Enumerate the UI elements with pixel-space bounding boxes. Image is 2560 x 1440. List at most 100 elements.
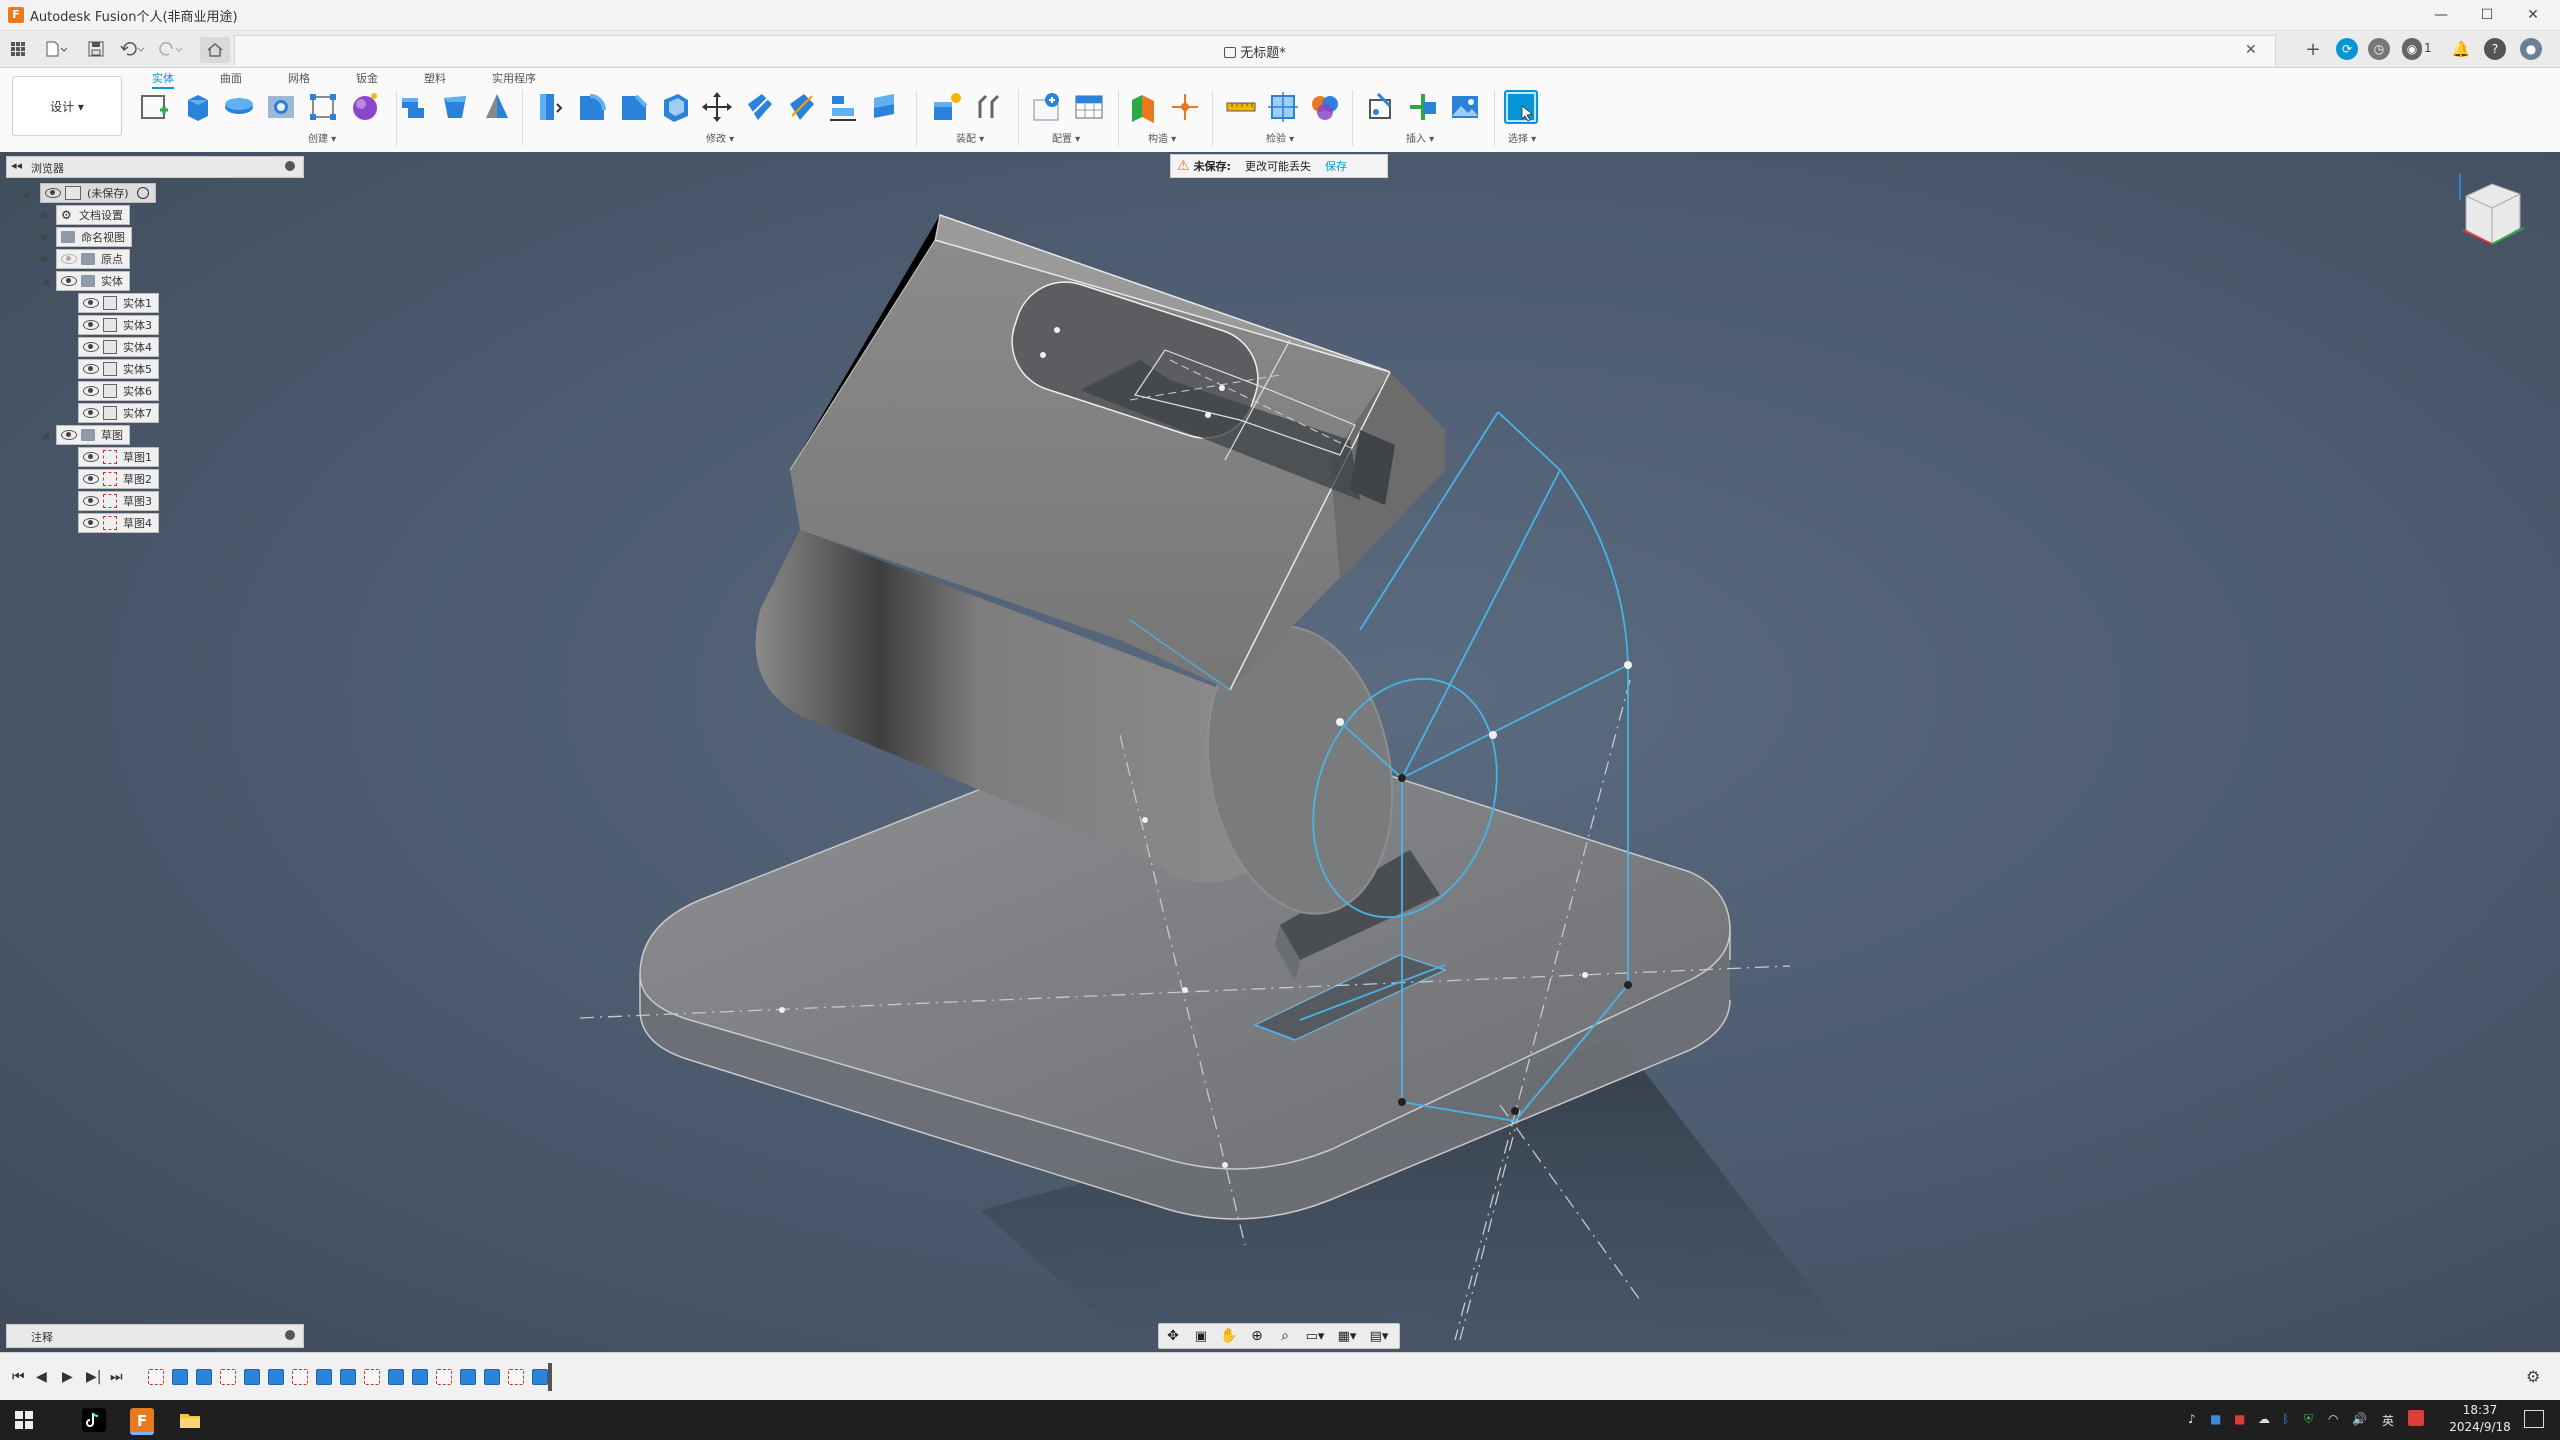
tab-surface[interactable]: 曲面 [220,70,242,86]
form-icon[interactable] [348,90,382,124]
timeline-body-feature[interactable] [172,1369,188,1385]
visibility-eye-icon[interactable] [83,342,99,352]
tree-node-box[interactable]: 实体3 [78,315,159,335]
visibility-eye-icon[interactable] [83,298,99,308]
notifications-icon[interactable] [2524,1410,2544,1428]
visibility-eye-icon[interactable] [83,364,99,374]
select-group-label[interactable]: 选择 ▾ [1508,130,1536,145]
bell-icon[interactable]: 🔔 [2450,38,2472,60]
tree-node-box[interactable]: 草图3 [78,491,159,511]
split-face-icon[interactable] [742,90,776,124]
tree-item-bodies[interactable]: ◢ 实体 [40,270,300,292]
tree-item-origin[interactable]: ▶ 原点 [40,248,300,270]
construct-group-label[interactable]: 构造 ▾ [1148,130,1176,145]
timeline-sketch-feature[interactable] [220,1369,236,1385]
browser-panel-header[interactable]: ◂◂ 浏览器 [6,156,304,178]
move-icon[interactable] [700,90,734,124]
tree-node-box[interactable]: 草图1 [78,447,159,467]
shell-icon[interactable] [658,90,692,124]
start-windows-icon[interactable] [12,1408,36,1432]
tray-bluetooth-icon[interactable]: ᛒ [2282,1412,2289,1426]
extrude-icon[interactable] [180,90,214,124]
tree-root-row[interactable]: ◢ (未保存) [20,182,300,204]
tree-node-box[interactable]: 实体7 [78,403,159,423]
timeline-next-button[interactable]: ▶| [86,1369,101,1385]
tree-item-sketches[interactable]: ◢ 草图 [40,424,300,446]
create-group-label[interactable]: 创建 ▾ [308,130,336,145]
timeline-last-button[interactable]: ⏭ [110,1369,123,1385]
timeline-play-button[interactable]: ▶ [62,1369,73,1385]
close-tab-button[interactable]: ✕ [2245,42,2257,58]
panel-pin-icon[interactable] [285,161,295,171]
combine-icon[interactable] [868,90,902,124]
tree-node-box[interactable]: 实体 [56,271,130,291]
joint-icon[interactable] [972,90,1006,124]
visibility-eye-icon[interactable] [83,474,99,484]
timeline-body-feature[interactable] [460,1369,476,1385]
tree-item-body[interactable]: 实体7 [78,402,300,424]
timeline-body-feature[interactable] [196,1369,212,1385]
tree-node-box[interactable]: 草图4 [78,513,159,533]
orbit-icon[interactable]: ✥ [1159,1328,1187,1344]
tree-item-sketch[interactable]: 草图4 [78,512,300,534]
chamfer-icon[interactable] [616,90,650,124]
tree-item-sketch[interactable]: 草图2 [78,468,300,490]
expand-arrow-icon[interactable]: ▶ [40,254,50,265]
help-icon[interactable]: ? [2484,38,2506,60]
file-icon[interactable] [42,39,70,59]
visibility-eye-icon[interactable] [61,254,77,264]
config-icon[interactable] [1030,90,1064,124]
clock-date[interactable]: 2024/9/18 [2440,1420,2520,1434]
timeline-settings-gear-icon[interactable]: ⚙ [2526,1367,2540,1386]
tree-item-body[interactable]: 实体3 [78,314,300,336]
viewcube[interactable] [2452,170,2532,260]
timeline-body-feature[interactable] [484,1369,500,1385]
pan-icon[interactable]: ✋ [1215,1328,1243,1344]
activate-radio-icon[interactable] [136,187,149,199]
mirror-icon[interactable] [480,90,514,124]
tray-volume-icon[interactable]: 🔊 [2352,1412,2367,1426]
new-component-icon[interactable] [930,90,964,124]
visibility-eye-icon[interactable] [45,188,61,198]
tree-node-box[interactable]: 实体1 [78,293,159,313]
tab-plastic[interactable]: 塑料 [424,70,446,86]
select-icon[interactable] [1504,90,1538,124]
insert-icon[interactable] [1406,90,1440,124]
timeline-body-feature[interactable] [340,1369,356,1385]
save-now-button[interactable]: 保存 [1325,158,1347,174]
home-icon[interactable] [200,37,230,63]
expand-arrow-icon[interactable]: ▶ [40,210,50,221]
ime-indicator[interactable]: 英 [2382,1412,2394,1429]
tree-item-body[interactable]: 实体1 [78,292,300,314]
tree-item-body[interactable]: 实体6 [78,380,300,402]
inspect-group-label[interactable]: 检验 ▾ [1266,130,1294,145]
revolve-icon[interactable] [222,90,256,124]
visibility-eye-icon[interactable] [61,430,77,440]
assemble-group-label[interactable]: 装配 ▾ [956,130,984,145]
tray-app-icon[interactable]: ■ [2210,1412,2221,1426]
timeline-body-feature[interactable] [244,1369,260,1385]
tiktok-app-icon[interactable] [82,1408,106,1432]
tree-item-sketch[interactable]: 草图1 [78,446,300,468]
workspace-switcher[interactable]: 设计 ▾ [12,76,122,136]
align-icon[interactable] [826,90,860,124]
tree-node-box[interactable]: 命名视图 [56,227,132,247]
comments-panel[interactable]: 注释 [6,1324,304,1348]
tree-item-sketch[interactable]: 草图3 [78,490,300,512]
clock-icon[interactable]: ◷ [2368,38,2390,60]
undo-icon[interactable] [118,39,148,59]
tray-shield-icon[interactable]: ⛨ [2304,1412,2313,1427]
timeline-sketch-feature[interactable] [148,1369,164,1385]
timeline-sketch-feature[interactable] [508,1369,524,1385]
tree-node-box[interactable]: 实体4 [78,337,159,357]
timeline-sketch-feature[interactable] [364,1369,380,1385]
timeline-body-feature[interactable] [268,1369,284,1385]
tray-input-method-icon[interactable] [2408,1410,2424,1426]
tab-mesh[interactable]: 网格 [288,70,310,86]
minimize-button[interactable]: — [2418,0,2464,30]
sweep-icon[interactable] [396,90,430,124]
tray-wifi-icon[interactable]: ◠ [2328,1412,2338,1426]
visibility-eye-icon[interactable] [83,320,99,330]
grid-icon[interactable] [8,39,28,59]
tree-node-box[interactable]: 实体5 [78,359,159,379]
